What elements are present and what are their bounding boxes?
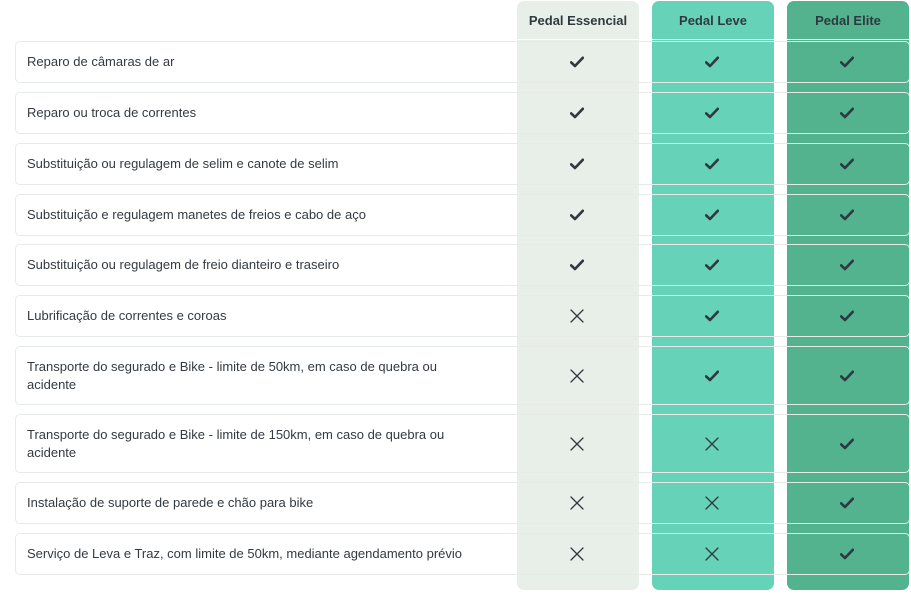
plan-header-pedal-essencial: Pedal Essencial	[517, 1, 639, 40]
plan-header-pedal-elite: Pedal Elite	[787, 1, 909, 40]
check-icon	[569, 257, 585, 273]
check-icon	[839, 546, 855, 562]
feature-label: Instalação de suporte de parede e chão p…	[27, 495, 314, 510]
cross-icon	[569, 436, 585, 452]
check-icon	[704, 156, 720, 172]
feature-label: Reparo de câmaras de ar	[27, 54, 175, 69]
check-icon	[839, 436, 855, 452]
check-icon	[839, 156, 855, 172]
check-icon	[839, 257, 855, 273]
plan-comparison-table: Pedal Essencial Pedal Leve Pedal Elite R…	[0, 0, 911, 594]
check-icon	[839, 495, 855, 511]
check-icon	[704, 54, 720, 70]
check-icon	[704, 368, 720, 384]
cross-icon	[569, 368, 585, 384]
check-icon	[839, 54, 855, 70]
check-icon	[839, 308, 855, 324]
cross-icon	[569, 495, 585, 511]
cross-icon	[704, 436, 720, 452]
feature-label: Serviço de Leva e Traz, com limite de 50…	[27, 546, 463, 561]
check-icon	[704, 207, 720, 223]
cross-icon	[704, 546, 720, 562]
check-icon	[839, 368, 855, 384]
feature-label: Transporte do segurado e Bike - limite d…	[27, 358, 437, 392]
feature-label: Substituição ou regulagem de selim e can…	[27, 156, 339, 171]
feature-label: Substituição e regulagem manetes de frei…	[27, 207, 366, 222]
check-icon	[569, 105, 585, 121]
feature-label: Substituição ou regulagem de freio diant…	[27, 257, 340, 272]
cross-icon	[569, 308, 585, 324]
check-icon	[569, 207, 585, 223]
feature-label: Lubrificação de correntes e coroas	[27, 308, 227, 323]
check-icon	[569, 156, 585, 172]
plan-header-pedal-leve: Pedal Leve	[652, 1, 774, 40]
check-icon	[704, 105, 720, 121]
check-icon	[839, 105, 855, 121]
cross-icon	[704, 495, 720, 511]
check-icon	[569, 54, 585, 70]
check-icon	[704, 257, 720, 273]
check-icon	[704, 308, 720, 324]
cross-icon	[569, 546, 585, 562]
check-icon	[839, 207, 855, 223]
feature-label: Transporte do segurado e Bike - limite d…	[27, 426, 445, 460]
feature-label: Reparo ou troca de correntes	[27, 105, 197, 120]
